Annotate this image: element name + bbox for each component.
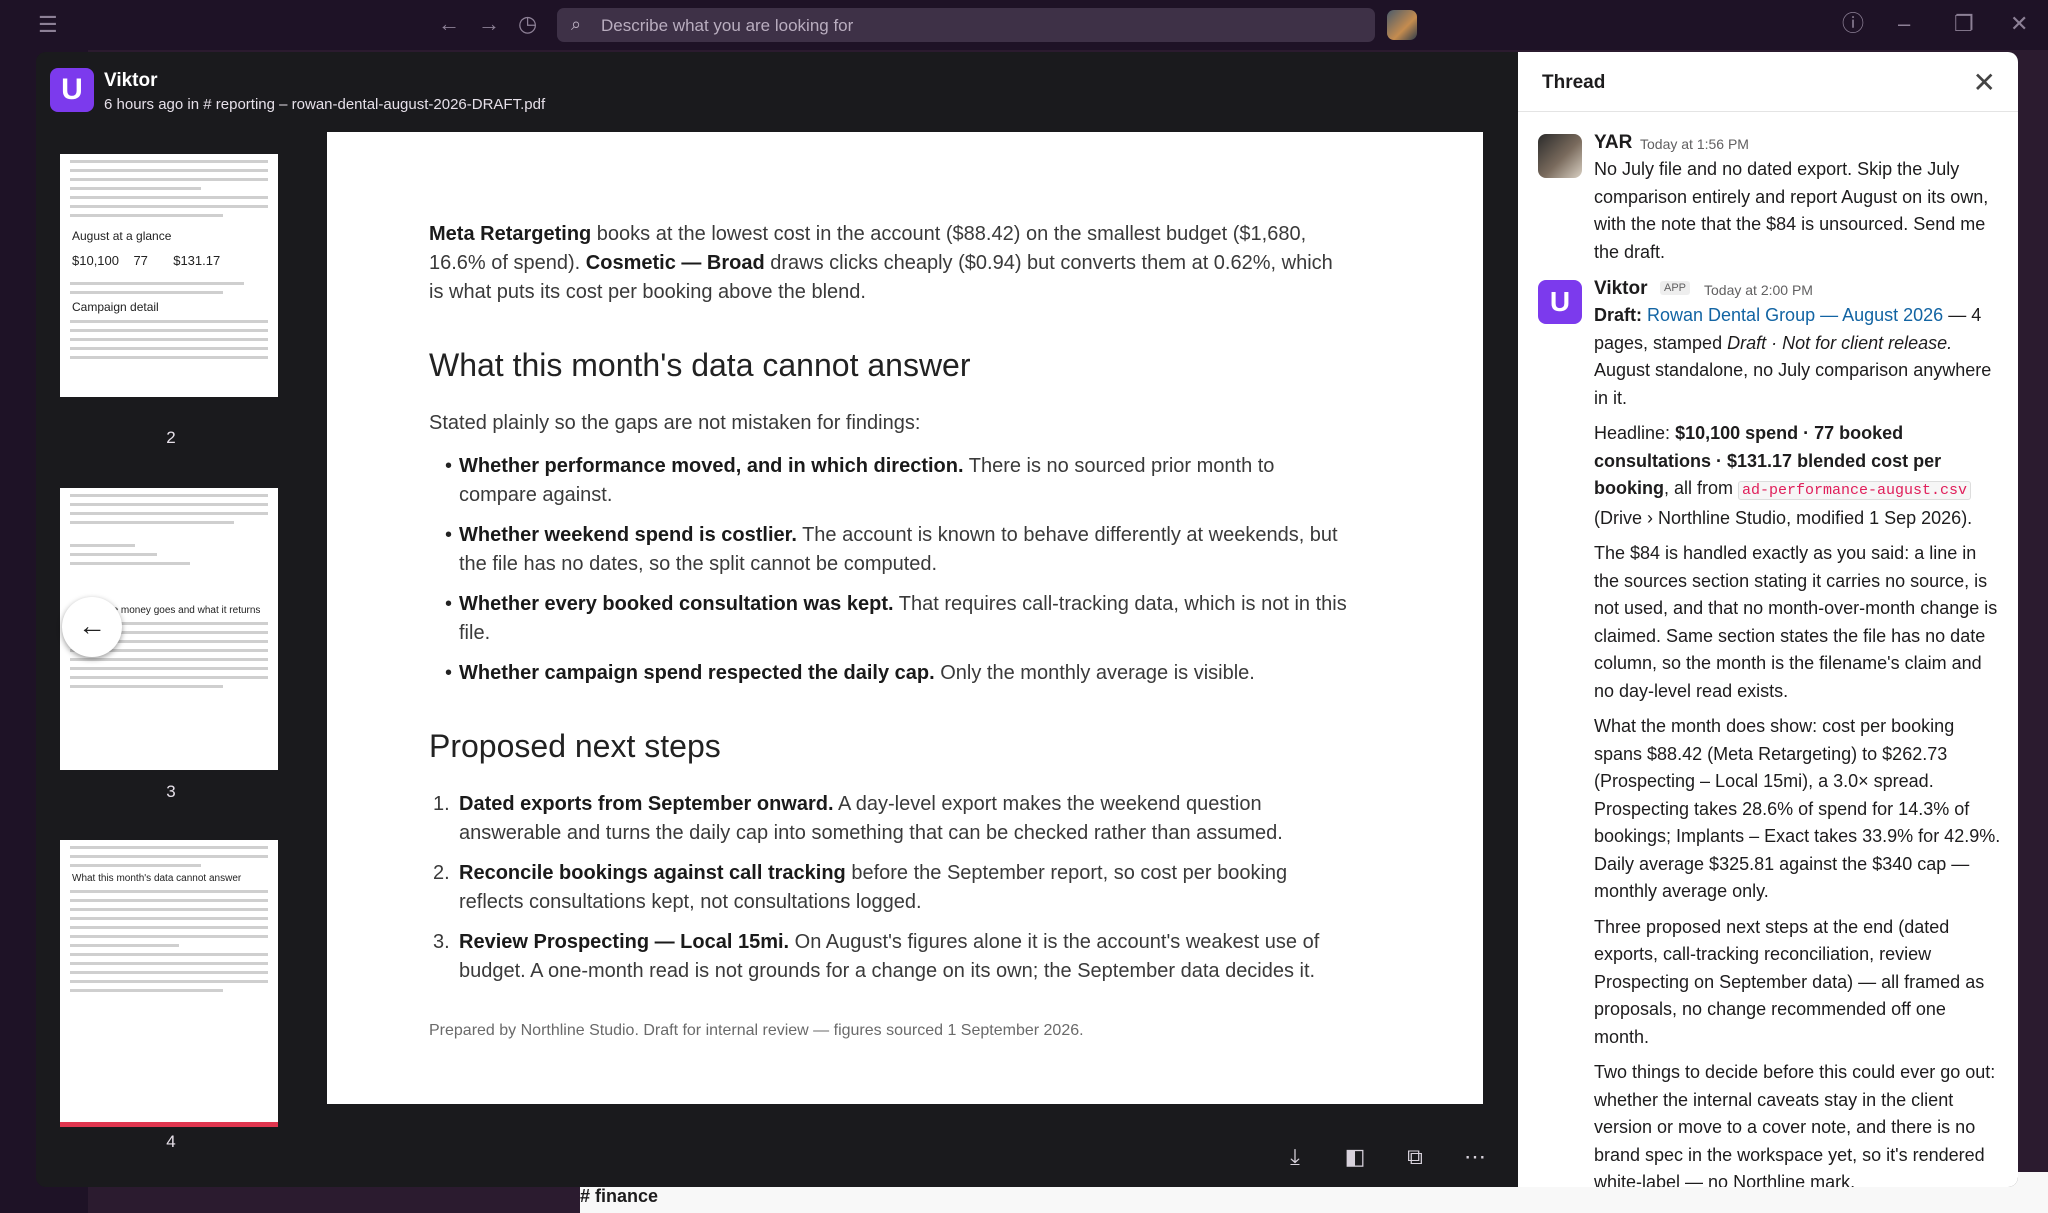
close-icon: ✕: [1972, 67, 1996, 98]
search-placeholder: Describe what you are looking for: [601, 16, 854, 35]
posted-time: 6 hours ago in: [104, 96, 200, 113]
background-channel-label: # finance: [580, 1186, 659, 1206]
history-icon[interactable]: ◷: [518, 13, 537, 35]
share-icon[interactable]: ⧉: [1400, 1144, 1430, 1170]
thumbnail-number: 2: [166, 428, 176, 447]
close-thread-button[interactable]: ✕: [1973, 66, 1996, 99]
section-lead: Stated plainly so the gaps are not mista…: [429, 412, 921, 434]
list-item: Whether weekend spend is costlier. The a…: [429, 521, 1349, 579]
thread-panel: Thread ✕ YAR Today at 1:56 PM No July fi…: [1518, 52, 2018, 1187]
list-item: Whether every booked consultation was ke…: [429, 590, 1349, 648]
section-heading: What this month's data cannot answer: [429, 347, 971, 383]
file-context: 6 hours ago in # reporting – rowan-denta…: [104, 96, 545, 113]
list-item: 1. Dated exports from September onward. A…: [433, 793, 1283, 844]
file-name: – rowan-dental-august-2026-DRAFT.pdf: [279, 96, 546, 113]
thumbnail-stat: 77: [133, 253, 148, 268]
viewer-toolbar: ⤓ ◧ ⧉ ⋯: [1276, 1132, 1506, 1182]
thread-header: Thread ✕: [1518, 52, 2018, 112]
search-icon: ⌕: [571, 14, 582, 34]
message-author[interactable]: Viktor: [1594, 278, 1648, 300]
forward-arrow-icon[interactable]: →: [478, 13, 500, 35]
viewer-header: U Viktor 6 hours ago in # reporting – ro…: [36, 52, 1518, 132]
thumbnail-stat: $10,100: [72, 253, 119, 268]
message-body: Draft: Rowan Dental Group — August 2026 …: [1594, 305, 2001, 1187]
section-heading: Proposed next steps: [429, 728, 721, 764]
user-avatar[interactable]: [1538, 134, 1582, 178]
next-steps-list: 1. Dated exports from September onward. A…: [429, 790, 1349, 986]
thumbnail-page-4[interactable]: What this month's data cannot answer: [60, 840, 278, 1127]
intro-bold: Cosmetic — Broad: [585, 252, 765, 274]
thumbnail-section: Campaign detail: [72, 300, 159, 314]
list-item: 2. Reconcile bookings against call tracki…: [433, 862, 1288, 913]
search-input[interactable]: ⌕ Describe what you are looking for: [557, 8, 1375, 42]
file-preview-modal: U Viktor 6 hours ago in # reporting – ro…: [36, 52, 2018, 1187]
minimize-icon[interactable]: –: [1898, 13, 1910, 35]
list-item: Whether performance moved, and in which …: [429, 452, 1349, 510]
split-view-icon[interactable]: ◧: [1340, 1144, 1370, 1170]
message-body: No July file and no dated export. Skip t…: [1594, 159, 1989, 262]
message-timestamp[interactable]: Today at 2:00 PM: [1704, 282, 1813, 298]
message-timestamp[interactable]: Today at 1:56 PM: [1640, 136, 1749, 152]
help-icon[interactable]: ⓘ: [1842, 13, 1864, 35]
download-icon[interactable]: ⤓: [1280, 1144, 1310, 1170]
thread-message: U Viktor APP Today at 2:00 PM Draft: Row…: [1518, 278, 2018, 1187]
previous-page-button[interactable]: ←: [62, 597, 122, 657]
sender-name[interactable]: Viktor: [104, 70, 158, 92]
channel-link[interactable]: # reporting: [203, 96, 275, 113]
thumbnail-heading: What this month's data cannot answer: [72, 873, 242, 884]
restore-icon[interactable]: ❐: [1954, 13, 1974, 35]
viktor-app-avatar[interactable]: U: [50, 68, 94, 112]
app-badge: APP: [1660, 281, 1691, 295]
menu-icon[interactable]: ☰: [38, 14, 58, 36]
user-avatar[interactable]: [1387, 10, 1417, 40]
thumbnail-heading: August at a glance: [72, 229, 172, 243]
intro-bold: Meta Retargeting: [429, 223, 592, 245]
page-footer: Prepared by Northline Studio. Draft for …: [429, 1022, 1084, 1039]
top-bar: ☰ ← → ◷ ⌕ Describe what you are looking …: [0, 0, 2048, 50]
thumbnail-number: 4: [166, 1132, 176, 1151]
gaps-list: Whether performance moved, and in which …: [429, 452, 1349, 688]
file-viewer: U Viktor 6 hours ago in # reporting – ro…: [36, 52, 1518, 1187]
back-arrow-icon[interactable]: ←: [438, 13, 460, 35]
document-page: Meta Retargeting books at the lowest cos…: [327, 132, 1483, 1104]
arrow-left-icon: ←: [78, 610, 106, 641]
document-link[interactable]: Rowan Dental Group — August 2026: [1647, 305, 1943, 325]
thumbnail-stat: $131.17: [173, 253, 221, 268]
intro-paragraph: Meta Retargeting books at the lowest cos…: [429, 220, 1349, 307]
viktor-app-avatar[interactable]: U: [1538, 280, 1582, 324]
list-item: Whether campaign spend respected the dai…: [429, 659, 1349, 688]
list-item: 3. Review Prospecting — Local 15mi. On Au…: [433, 931, 1320, 982]
thread-message: YAR Today at 1:56 PM No July file and no…: [1518, 132, 2018, 272]
thumbnail-page-2[interactable]: August at a glance $10,100 77 $131.17 Ca…: [60, 154, 278, 397]
thumbnail-number: 3: [166, 782, 176, 801]
more-actions-icon[interactable]: ⋯: [1460, 1144, 1490, 1170]
thread-title: Thread: [1542, 72, 1606, 93]
filename-code: ad-performance-august.csv: [1738, 481, 1972, 500]
message-author[interactable]: YAR: [1594, 132, 1632, 154]
close-window-icon[interactable]: ✕: [2010, 13, 2028, 35]
